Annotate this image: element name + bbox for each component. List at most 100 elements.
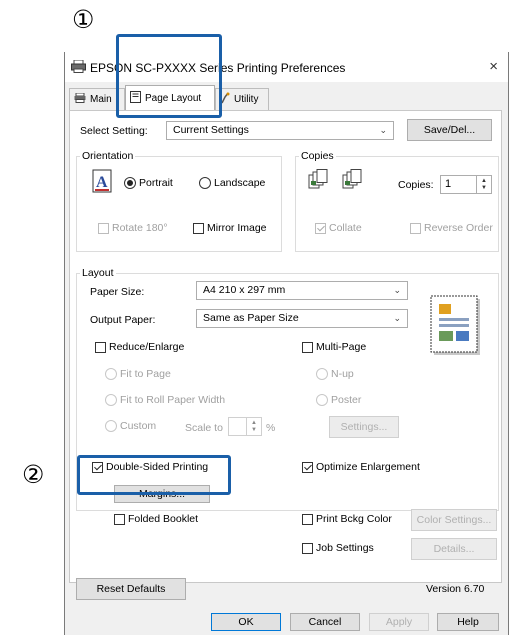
job-settings-label: Job Settings [316,542,374,554]
page-layout-tab-highlight [116,34,222,118]
collate-pages-icon [308,169,370,194]
mirror-image-label: Mirror Image [207,222,267,234]
mirror-image-box [193,222,204,234]
fit-to-roll-radio[interactable]: Fit to Roll Paper Width [105,394,225,406]
save-del-button[interactable]: Save/Del... [407,119,492,141]
page-preview-icon [430,295,482,360]
fit-to-page-radio[interactable]: Fit to Page [105,368,171,380]
multi-page-settings-button[interactable]: Settings... [329,416,399,438]
printer-icon [74,92,86,106]
rotate-180-checkbox[interactable]: Rotate 180° [98,222,168,234]
rotate-180-label: Rotate 180° [112,222,168,234]
portrait-radio[interactable]: Portrait [124,177,173,189]
output-paper-dropdown[interactable]: Same as Paper Size ⌄ [196,309,408,328]
print-bckg-color-box [302,513,313,525]
n-up-dot [316,368,328,380]
folded-booklet-box [114,513,125,525]
optimize-enlargement-label: Optimize Enlargement [316,461,420,473]
color-settings-button[interactable]: Color Settings... [411,509,497,531]
step-1-marker: ① [72,5,95,34]
mirror-image-checkbox[interactable]: Mirror Image [193,222,267,234]
reset-defaults-button[interactable]: Reset Defaults [76,578,186,600]
select-setting-label: Select Setting: [80,125,148,137]
rotate-180-box [98,222,109,234]
details-button[interactable]: Details... [411,538,497,560]
poster-dot [316,394,328,406]
reverse-order-box [410,222,421,234]
portrait-radio-label: Portrait [139,177,173,189]
paper-size-label: Paper Size: [90,286,145,298]
poster-label: Poster [331,394,362,406]
reduce-enlarge-label: Reduce/Enlarge [109,341,185,353]
version-label: Version 6.70 [426,583,485,595]
select-setting-dropdown[interactable]: Current Settings ⌄ [166,121,394,140]
reverse-order-label: Reverse Order [424,222,493,234]
fit-to-roll-label: Fit to Roll Paper Width [120,394,226,406]
folded-booklet-checkbox[interactable]: Folded Booklet [114,513,198,525]
custom-label: Custom [120,420,157,432]
svg-text:A: A [96,174,108,191]
cancel-button[interactable]: Cancel [290,613,360,631]
double-sided-highlight [77,455,231,495]
page-layout-panel: Select Setting: Current Settings ⌄ Save/… [69,110,502,583]
paper-size-dropdown[interactable]: A4 210 x 297 mm ⌄ [196,281,408,300]
reduce-enlarge-box [95,341,106,353]
reverse-order-checkbox[interactable]: Reverse Order [410,222,493,234]
print-bckg-color-checkbox[interactable]: Print Bckg Color [302,513,392,525]
landscape-radio-label: Landscape [214,177,266,189]
fit-to-page-dot [105,368,117,380]
chevron-down-icon: ⌄ [393,285,401,295]
select-setting-value: Current Settings [173,124,249,136]
print-bckg-color-label: Print Bckg Color [316,513,392,525]
collate-box [315,222,326,234]
printing-preferences-window: EPSON SC-PXXXX Series Printing Preferenc… [64,52,509,635]
collate-checkbox[interactable]: Collate [315,222,362,234]
help-button[interactable]: Help [437,613,499,631]
custom-radio[interactable]: Custom [105,420,156,432]
chevron-down-icon: ⌄ [393,313,401,323]
scale-to-label: Scale to [185,422,223,434]
poster-radio[interactable]: Poster [316,394,361,406]
optimize-enlargement-checkbox[interactable]: Optimize Enlargement [302,461,420,473]
copies-label: Copies: [398,179,434,191]
printer-icon [71,59,86,76]
reduce-enlarge-checkbox[interactable]: Reduce/Enlarge [95,341,184,353]
percent-label: % [266,422,276,434]
copies-value: 1 [445,178,452,190]
n-up-radio[interactable]: N-up [316,368,354,380]
output-paper-value: Same as Paper Size [203,312,299,324]
copies-stepper[interactable]: 1 ▲ ▼ [440,175,492,194]
fit-to-roll-dot [105,394,117,406]
job-settings-box [302,542,313,554]
scale-spin-arrows[interactable]: ▲ ▼ [246,418,261,435]
tab-utility-label: Utility [234,94,259,105]
landscape-radio[interactable]: Landscape [199,177,265,189]
orientation-title: Orientation [80,150,136,162]
step-2-marker: ② [22,460,45,489]
portrait-page-icon: A [92,169,114,196]
copies-spin-arrows[interactable]: ▲ ▼ [476,176,491,193]
output-paper-label: Output Paper: [90,314,156,326]
optimize-enlargement-box [302,461,313,473]
layout-title: Layout [80,267,116,279]
chevron-down-icon: ⌄ [379,125,387,135]
fit-to-page-label: Fit to Page [120,368,171,380]
multi-page-checkbox[interactable]: Multi-Page [302,341,366,353]
scale-stepper[interactable]: ▲ ▼ [228,417,262,436]
job-settings-checkbox[interactable]: Job Settings [302,542,374,554]
close-button[interactable]: × [489,58,498,75]
ok-button[interactable]: OK [211,613,281,631]
tab-utility[interactable]: Utility [215,88,269,110]
paper-size-value: A4 210 x 297 mm [203,284,286,296]
landscape-radio-dot [199,177,211,189]
apply-button[interactable]: Apply [369,613,429,631]
tab-main-label: Main [90,94,112,105]
multi-page-box [302,341,313,353]
portrait-radio-dot [124,177,136,189]
folded-booklet-label: Folded Booklet [128,513,199,525]
copies-title: Copies [299,150,336,162]
n-up-label: N-up [331,368,354,380]
collate-label: Collate [329,222,362,234]
custom-dot [105,420,117,432]
multi-page-label: Multi-Page [316,341,367,353]
